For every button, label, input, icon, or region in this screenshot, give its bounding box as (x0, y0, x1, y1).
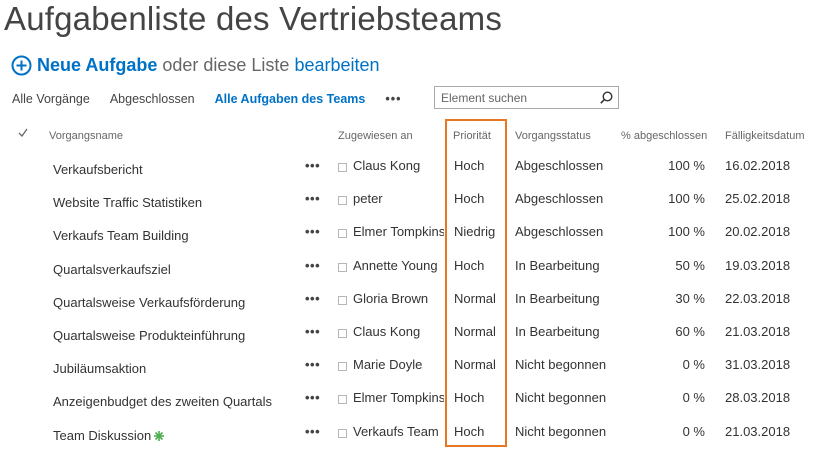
due-date: 21.03.2018 (725, 324, 791, 339)
assignee-checkbox[interactable] (338, 262, 347, 272)
row-menu-button[interactable]: ••• (305, 291, 327, 306)
or-text: oder diese Liste (162, 54, 290, 75)
page-title: Aufgabenliste des Vertriebsteams (4, 0, 503, 37)
row-menu-button[interactable]: ••• (305, 424, 327, 439)
assigned-to: Annette Young (353, 257, 438, 273)
priority: Hoch (454, 158, 485, 173)
due-date: 31.03.2018 (725, 357, 791, 373)
priority: Hoch (454, 390, 485, 406)
percent-complete: 60 % (675, 324, 705, 339)
assignee-checkbox[interactable] (338, 329, 347, 338)
column-header-assigned[interactable]: Zugewiesen an (338, 130, 413, 142)
task-status: Nicht begonnen (515, 423, 607, 439)
row-menu-button[interactable]: ••• (305, 158, 327, 173)
assignee-checkbox[interactable] (338, 295, 347, 305)
percent-complete: 30 % (675, 290, 705, 306)
percent-complete: 100 % (668, 191, 705, 207)
priority: Normal (454, 357, 496, 373)
priority: Hoch (454, 423, 485, 439)
due-date: 20.02.2018 (725, 224, 791, 240)
due-date: 25.02.2018 (725, 191, 791, 207)
assigned-to: Elmer Tompkins (353, 390, 444, 406)
assigned-to: Verkaufs Team (353, 423, 439, 439)
due-date: 22.03.2018 (725, 290, 791, 306)
task-status: Abgeschlossen (515, 224, 604, 240)
priority: Niedrig (454, 224, 496, 240)
assigned-to: Claus Kong (353, 158, 421, 173)
column-header-percent[interactable]: % abgeschlossen (621, 130, 707, 142)
due-date: 21.03.2018 (725, 423, 791, 439)
row-menu-button[interactable]: ••• (305, 258, 327, 273)
priority: Normal (454, 324, 496, 339)
new-task-bar: Neue Aufgabe oder diese Liste bearbeiten (11, 53, 380, 77)
assigned-to: peter (353, 191, 383, 207)
more-views-button[interactable]: ••• (385, 92, 401, 106)
task-status: Abgeschlossen (515, 158, 604, 173)
assigned-to: Claus Kong (353, 324, 421, 339)
priority: Normal (454, 290, 496, 306)
task-name[interactable]: Website Traffic Statistiken (53, 195, 298, 210)
task-name[interactable]: Team Diskussion (53, 428, 298, 443)
assigned-to: Gloria Brown (353, 290, 429, 306)
task-name-text[interactable]: Team Diskussion (53, 428, 151, 443)
percent-complete: 100 % (668, 224, 705, 240)
task-status: In Bearbeitung (515, 257, 600, 273)
row-menu-button[interactable]: ••• (305, 191, 327, 206)
assignee-checkbox[interactable] (338, 163, 347, 172)
view-completed[interactable]: Abgeschlossen (110, 92, 195, 106)
assignee-checkbox[interactable] (338, 196, 347, 206)
due-date: 19.03.2018 (725, 257, 791, 273)
assignee-checkbox[interactable] (338, 395, 347, 405)
priority: Hoch (454, 191, 485, 207)
checkmark-icon[interactable] (18, 128, 28, 138)
task-name[interactable]: Verkaufsbericht (53, 162, 298, 177)
priority: Hoch (454, 257, 485, 273)
view-team-tasks[interactable]: Alle Aufgaben des Teams (215, 92, 366, 106)
task-status: In Bearbeitung (515, 324, 600, 339)
percent-complete: 50 % (675, 257, 705, 273)
percent-complete: 0 % (682, 423, 705, 439)
percent-complete: 0 % (682, 390, 705, 406)
new-task-link[interactable]: Neue Aufgabe (37, 55, 157, 76)
assignee-checkbox[interactable] (338, 362, 347, 372)
assigned-to: Elmer Tompkins (353, 224, 444, 240)
search-input[interactable] (435, 87, 595, 108)
view-all-tasks[interactable]: Alle Vorgänge (12, 92, 90, 106)
task-name[interactable]: Verkaufs Team Building (53, 228, 298, 243)
plus-circle-icon[interactable] (11, 55, 32, 76)
new-item-icon (154, 431, 165, 442)
percent-complete: 0 % (682, 357, 705, 373)
column-header-priority[interactable]: Priorität (453, 130, 491, 142)
task-name[interactable]: Quartalsverkaufsziel (53, 262, 298, 277)
task-status: Nicht begonnen (515, 390, 607, 406)
due-date: 28.03.2018 (725, 390, 791, 406)
column-header-name[interactable]: Vorgangsname (49, 130, 123, 142)
task-status: Nicht begonnen (515, 357, 607, 373)
search-icon[interactable] (600, 91, 613, 104)
task-status: Abgeschlossen (515, 191, 604, 207)
task-name[interactable]: Quartalsweise Verkaufsförderung (53, 295, 298, 310)
row-menu-button[interactable]: ••• (305, 224, 327, 239)
assignee-checkbox[interactable] (338, 428, 347, 438)
search-box (434, 86, 619, 109)
column-header-due[interactable]: Fälligkeitsdatum (725, 130, 804, 142)
edit-list-link[interactable]: bearbeiten (294, 55, 379, 76)
task-name[interactable]: Anzeigenbudget des zweiten Quartals (53, 394, 298, 409)
percent-complete: 100 % (668, 158, 705, 173)
assignee-checkbox[interactable] (338, 229, 347, 239)
due-date: 16.02.2018 (725, 158, 791, 173)
assigned-to: Marie Doyle (353, 357, 423, 373)
row-menu-button[interactable]: ••• (305, 390, 327, 405)
row-menu-button[interactable]: ••• (305, 357, 327, 372)
view-selector: Alle Vorgänge Abgeschlossen Alle Aufgabe… (12, 90, 402, 108)
task-status: In Bearbeitung (515, 290, 600, 306)
row-menu-button[interactable]: ••• (305, 324, 327, 339)
task-name[interactable]: Jubiläumsaktion (53, 361, 298, 376)
column-header-status[interactable]: Vorgangsstatus (515, 130, 591, 142)
task-name[interactable]: Quartalsweise Produkteinführung (53, 328, 298, 343)
